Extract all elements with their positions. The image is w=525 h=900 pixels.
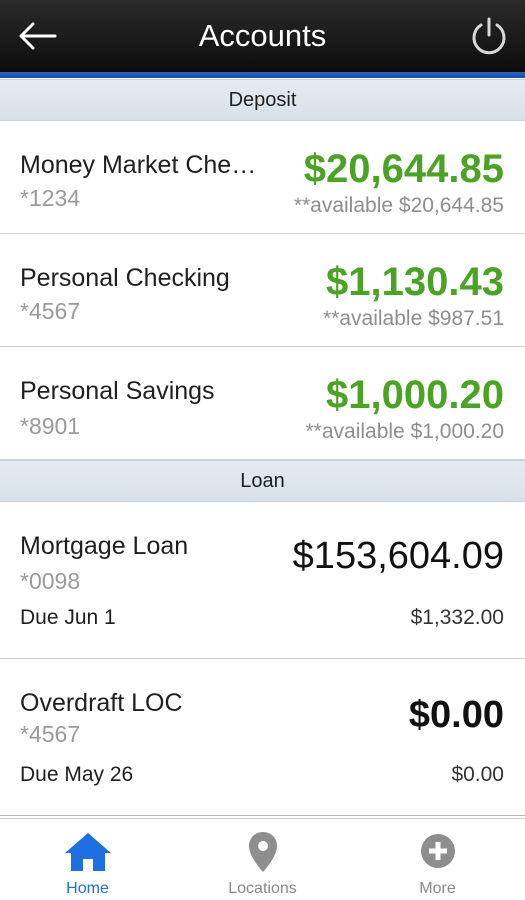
available-balance: **available $1,000.20 — [305, 420, 505, 443]
tab-label-home: Home — [66, 880, 109, 897]
account-row-mortgage-loan[interactable]: Mortgage Loan *0098 $153,604.09 Due Jun … — [0, 502, 525, 659]
account-balance: $1,000.20 — [326, 373, 504, 417]
due-date: Due Jun 1 — [20, 606, 116, 629]
account-number: *4567 — [20, 721, 81, 747]
location-pin-icon — [248, 832, 277, 872]
available-balance: **available $20,644.85 — [293, 194, 504, 217]
tab-more[interactable]: More — [350, 819, 525, 900]
account-name: Mortgage Loan — [20, 532, 189, 560]
account-balance: $1,130.43 — [326, 260, 504, 304]
account-name: Personal Checking — [20, 264, 230, 292]
logout-button[interactable] — [467, 14, 511, 58]
tab-label-locations: Locations — [228, 880, 297, 897]
account-number: *4567 — [20, 298, 81, 324]
account-balance: $153,604.09 — [292, 535, 504, 577]
section-header-deposit: Deposit — [0, 79, 525, 121]
account-row-personal-savings[interactable]: Personal Savings *8901 $1,000.20 **avail… — [0, 347, 525, 460]
account-balance: $0.00 — [408, 694, 504, 736]
back-button[interactable] — [14, 14, 60, 58]
tab-label-more: More — [419, 880, 456, 897]
due-date: Due May 26 — [20, 763, 134, 786]
available-balance: **available $987.51 — [323, 307, 504, 330]
account-name: Overdraft LOC — [20, 689, 183, 717]
home-icon — [64, 833, 111, 871]
account-number: *1234 — [20, 185, 81, 211]
arrow-left-icon — [19, 22, 57, 50]
account-row-money-market[interactable]: Money Market Che… *1234 $20,644.85 **ava… — [0, 121, 525, 234]
due-amount: $0.00 — [451, 763, 504, 786]
account-row-personal-checking[interactable]: Personal Checking *4567 $1,130.43 **avai… — [0, 234, 525, 347]
bottom-tab-bar: Home Locations More — [0, 818, 525, 900]
account-name: Personal Savings — [20, 377, 215, 405]
header-accent-bar — [0, 72, 525, 78]
section-header-loan: Loan — [0, 460, 525, 502]
account-number: *8901 — [20, 413, 81, 439]
due-amount: $1,332.00 — [410, 606, 504, 629]
account-number: *0098 — [20, 568, 81, 594]
tab-locations[interactable]: Locations — [175, 819, 350, 900]
plus-circle-icon — [420, 834, 455, 868]
account-name: Money Market Che… — [20, 151, 257, 179]
page-title: Accounts — [198, 18, 327, 53]
power-icon — [472, 17, 506, 55]
account-balance: $20,644.85 — [303, 147, 504, 191]
tab-home[interactable]: Home — [0, 819, 175, 900]
account-row-overdraft-loc[interactable]: Overdraft LOC *4567 $0.00 Due May 26 $0.… — [0, 659, 525, 816]
app-header: Accounts — [0, 0, 525, 72]
